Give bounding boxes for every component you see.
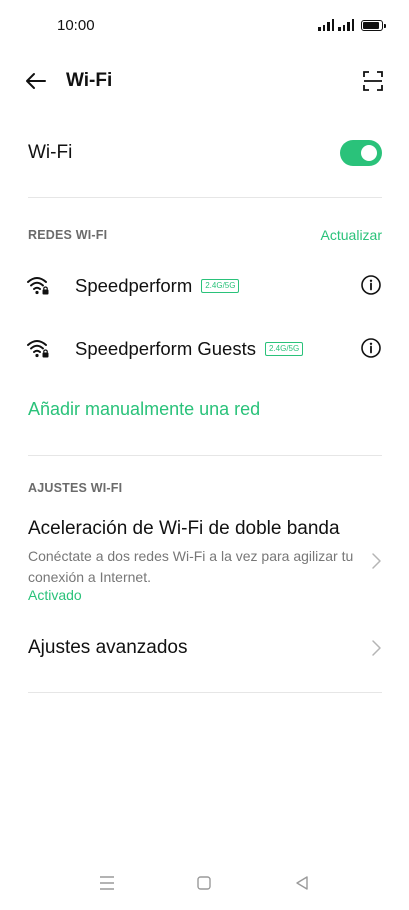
network-name: Speedperform Guests 2.4G/5G	[75, 338, 304, 360]
info-icon[interactable]	[360, 337, 382, 359]
page-title: Wi-Fi	[66, 70, 113, 91]
app-bar: Wi-Fi	[0, 56, 409, 106]
advanced-settings-item[interactable]: Ajustes avanzados	[0, 625, 409, 671]
dual-band-status: Activado	[28, 587, 82, 603]
network-name: Speedperform 2.4G/5G	[75, 275, 240, 297]
band-badge: 2.4G/5G	[201, 279, 240, 293]
back-icon[interactable]	[289, 870, 315, 896]
wifi-locked-icon	[26, 337, 50, 359]
network-item[interactable]: Speedperform 2.4G/5G	[0, 261, 409, 311]
signal-icon	[318, 19, 334, 31]
dual-band-description: Conéctate a dos redes Wi-Fi a la vez par…	[28, 548, 354, 585]
network-item[interactable]: Speedperform Guests 2.4G/5G	[0, 324, 409, 374]
dual-band-setting[interactable]: Aceleración de Wi-Fi de doble banda Coné…	[0, 512, 409, 606]
network-name-text: Speedperform	[75, 275, 193, 296]
divider	[28, 455, 382, 456]
nav-bar	[0, 860, 409, 910]
menu-icon[interactable]	[94, 870, 120, 896]
divider	[28, 692, 382, 693]
wifi-locked-icon	[26, 274, 50, 296]
wifi-toggle-label: Wi-Fi	[28, 142, 73, 163]
info-icon[interactable]	[360, 274, 382, 296]
wifi-toggle-switch[interactable]	[340, 140, 382, 166]
signal-icon	[338, 19, 354, 31]
band-badge: 2.4G/5G	[264, 342, 304, 356]
home-icon[interactable]	[191, 870, 217, 896]
toggle-knob	[361, 145, 377, 161]
add-network-button[interactable]: Añadir manualmente una red	[28, 399, 260, 420]
status-icons	[318, 17, 386, 31]
back-arrow-icon[interactable]	[22, 67, 50, 95]
status-bar: 10:00	[0, 0, 409, 50]
chevron-right-icon	[370, 639, 382, 657]
dual-band-title: Aceleración de Wi-Fi de doble banda	[28, 518, 340, 539]
advanced-settings-label: Ajustes avanzados	[28, 637, 188, 658]
status-time: 10:00	[57, 17, 95, 34]
scan-qr-icon[interactable]	[361, 69, 385, 93]
network-name-text: Speedperform Guests	[75, 338, 256, 359]
wifi-toggle-row: Wi-Fi	[0, 128, 409, 178]
divider	[28, 197, 382, 198]
refresh-button[interactable]: Actualizar	[321, 227, 382, 243]
networks-section-header: REDES WI-FI	[28, 228, 108, 242]
battery-icon	[361, 20, 386, 31]
chevron-right-icon	[370, 552, 382, 570]
settings-section-header: AJUSTES WI-FI	[28, 481, 123, 495]
